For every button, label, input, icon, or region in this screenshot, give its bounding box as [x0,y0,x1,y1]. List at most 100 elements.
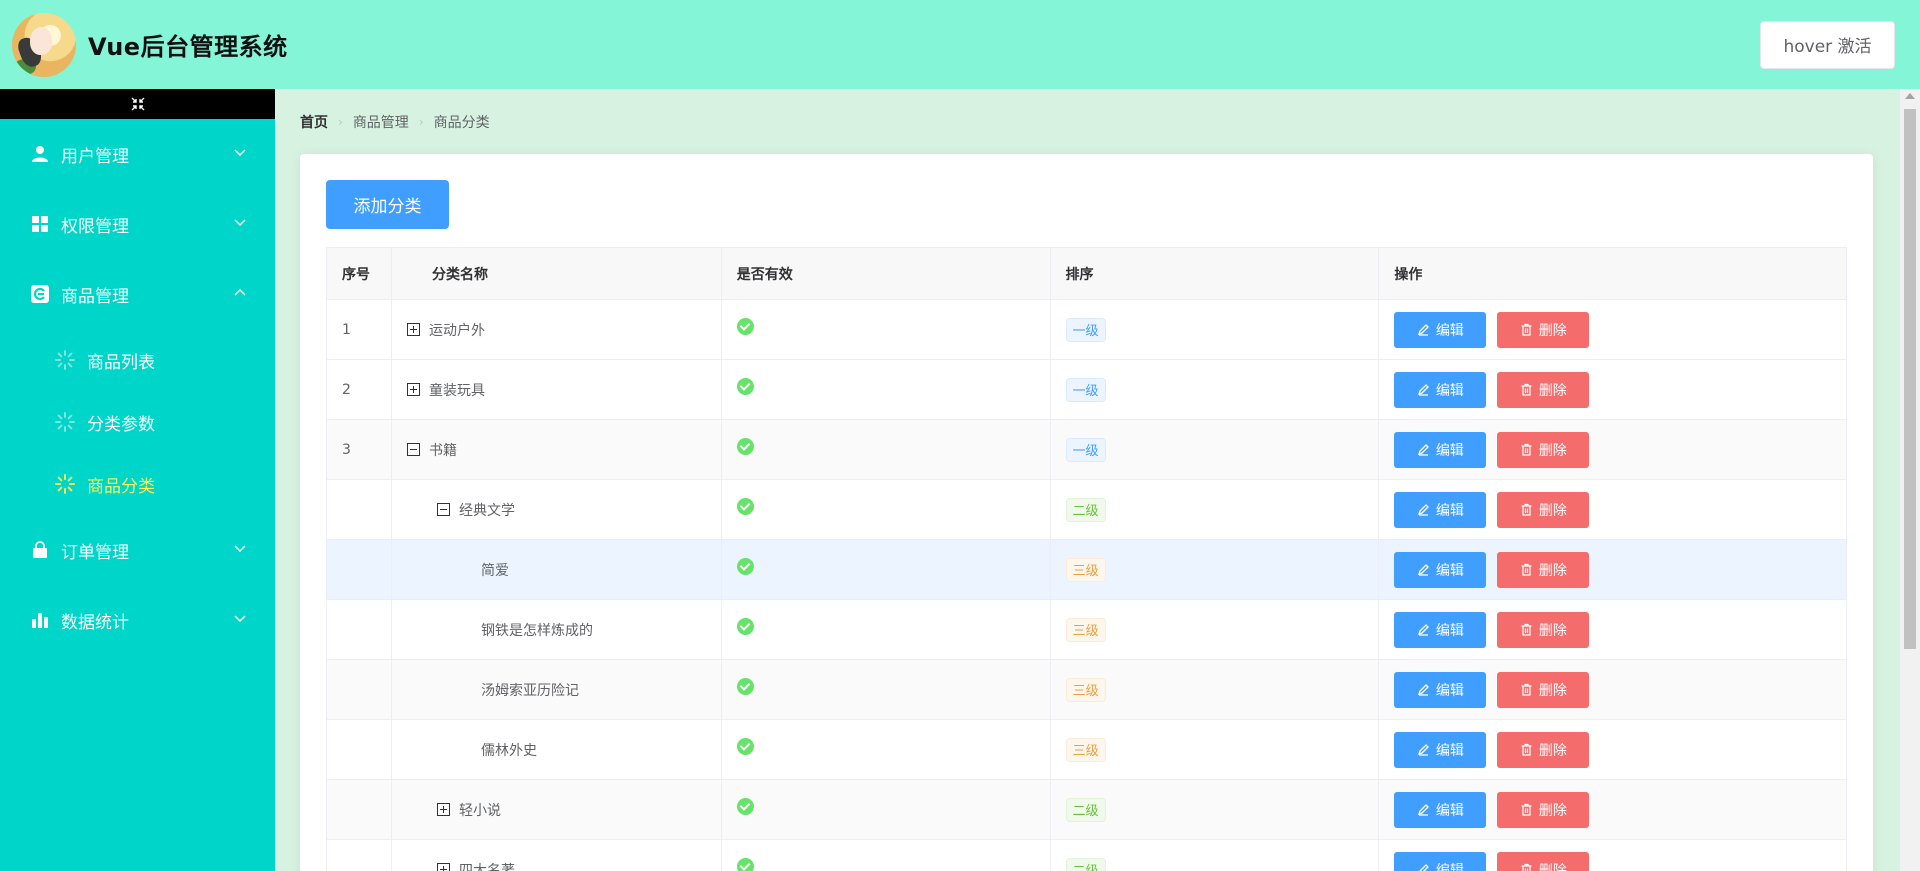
edit-icon [1417,744,1429,756]
delete-button[interactable]: 删除 [1497,671,1590,708]
row-index [327,480,392,539]
delete-button[interactable]: 删除 [1497,371,1590,408]
row-index [327,720,392,779]
edit-icon [1417,684,1429,696]
grid-icon [30,214,50,234]
edit-icon [1417,804,1429,816]
level-cell: 三级 [1051,600,1380,659]
category-table: 序号 分类名称 是否有效 排序 操作 1 运动户外 一级 编辑 删除 2 童装玩… [326,247,1848,871]
category-name-cell: 汤姆索亚历险记 [392,660,722,719]
sidebar-subitem-goods-list[interactable]: 商品列表 [0,329,275,391]
delete-button[interactable]: 删除 [1497,431,1590,468]
app-title: Vue后台管理系统 [88,33,288,61]
check-circle-icon [736,678,754,695]
goods-icon [30,284,50,304]
loading-icon [55,350,75,370]
delete-button[interactable]: 删除 [1497,551,1590,588]
delete-button[interactable]: 删除 [1497,491,1590,528]
column-header: 排序 [1051,248,1380,299]
breadcrumb-home[interactable]: 首页 [300,112,328,132]
actions-cell: 编辑 删除 [1379,660,1847,719]
row-index: 3 [327,420,392,479]
check-circle-icon [736,858,754,871]
sidebar-item-permissions[interactable]: 权限管理 [0,189,275,259]
edit-button[interactable]: 编辑 [1394,371,1487,408]
edit-button[interactable]: 编辑 [1394,731,1487,768]
table-body: 1 运动户外 一级 编辑 删除 2 童装玩具 一级 编辑 删除 3 书籍 一级 … [327,300,1847,871]
edit-icon [1417,504,1429,516]
scroll-up-arrow-icon[interactable] [1905,93,1915,99]
add-category-button[interactable]: 添加分类 [326,180,449,229]
expand-plus-icon[interactable] [406,323,420,336]
collapse-toggle[interactable] [0,89,275,119]
expand-plus-icon[interactable] [436,863,450,871]
edit-icon [1417,444,1429,456]
edit-button[interactable]: 编辑 [1394,791,1487,828]
level-cell: 一级 [1051,360,1380,419]
bar-chart-icon [30,610,50,630]
sidebar-subitem-category-params[interactable]: 分类参数 [0,391,275,453]
level-cell: 二级 [1051,840,1380,871]
edit-button[interactable]: 编辑 [1394,311,1487,348]
level-tag: 三级 [1065,677,1106,702]
delete-button[interactable]: 删除 [1497,731,1590,768]
sidebar-item-statistics[interactable]: 数据统计 [0,585,275,655]
table-row: 钢铁是怎样炼成的 三级 编辑 删除 [327,600,1847,660]
edit-button[interactable]: 编辑 [1394,551,1487,588]
expand-plus-icon[interactable] [436,803,450,816]
actions-cell: 编辑 删除 [1379,540,1847,599]
delete-button[interactable]: 删除 [1497,791,1590,828]
row-index [327,780,392,839]
sidebar-item-goods[interactable]: 商品管理 [0,259,275,329]
edit-button[interactable]: 编辑 [1394,491,1487,528]
edit-button[interactable]: 编辑 [1394,431,1487,468]
sidebar-item-orders[interactable]: 订单管理 [0,515,275,585]
collapse-minus-icon[interactable] [406,443,420,456]
trash-icon [1521,563,1532,576]
category-name-cell: 钢铁是怎样炼成的 [392,600,722,659]
edit-button[interactable]: 编辑 [1394,851,1487,871]
chevron-down-icon [234,219,246,227]
page-scrollbar[interactable] [1900,89,1920,871]
row-index: 2 [327,360,392,419]
scrollbar-thumb[interactable] [1904,109,1916,649]
edit-button[interactable]: 编辑 [1394,611,1487,648]
delete-button[interactable]: 删除 [1497,611,1590,648]
check-circle-icon [736,498,754,515]
edit-button[interactable]: 编辑 [1394,671,1487,708]
sidebar: 用户管理 权限管理 商品管理 商品列表 分类参数 商品分类 订单管理 数据统计 [0,89,275,871]
sidebar-subitem-goods-categories[interactable]: 商品分类 [0,453,275,515]
collapse-minus-icon[interactable] [436,503,450,516]
hover-activate-button[interactable]: hover 激活 [1760,20,1895,69]
sidebar-item-label: 商品管理 [61,286,129,307]
edit-icon [1419,864,1429,871]
delete-button-label: 删除 [1538,382,1567,399]
expand-plus-icon[interactable] [406,383,420,396]
delete-button[interactable]: 删除 [1497,851,1590,871]
sidebar-item-label: 权限管理 [61,216,129,237]
valid-cell [722,660,1051,719]
chevron-down-icon [234,615,246,623]
category-name: 四大名著 [458,862,515,871]
trash-icon [1521,383,1532,396]
sidebar-item-users[interactable]: 用户管理 [0,119,275,189]
edit-icon [1417,324,1429,336]
actions-cell: 编辑 删除 [1379,420,1847,479]
loading-icon [55,412,75,432]
breadcrumb: 首页 › 商品管理 › 商品分类 [300,112,490,132]
level-cell: 三级 [1051,540,1380,599]
trash-icon [1521,863,1532,871]
sidebar-subitem-label: 分类参数 [87,414,155,435]
column-header: 是否有效 [722,248,1051,299]
valid-cell [722,300,1051,359]
valid-cell [722,540,1051,599]
level-tag: 三级 [1065,617,1106,642]
level-cell: 三级 [1051,720,1380,779]
delete-button[interactable]: 删除 [1497,311,1590,348]
table-row: 3 书籍 一级 编辑 删除 [327,420,1847,480]
level-cell: 二级 [1051,480,1380,539]
category-name-cell: 儒林外史 [392,720,722,779]
delete-button-label: 删除 [1538,742,1567,759]
check-circle-icon [736,438,754,455]
edit-icon [1417,624,1429,636]
